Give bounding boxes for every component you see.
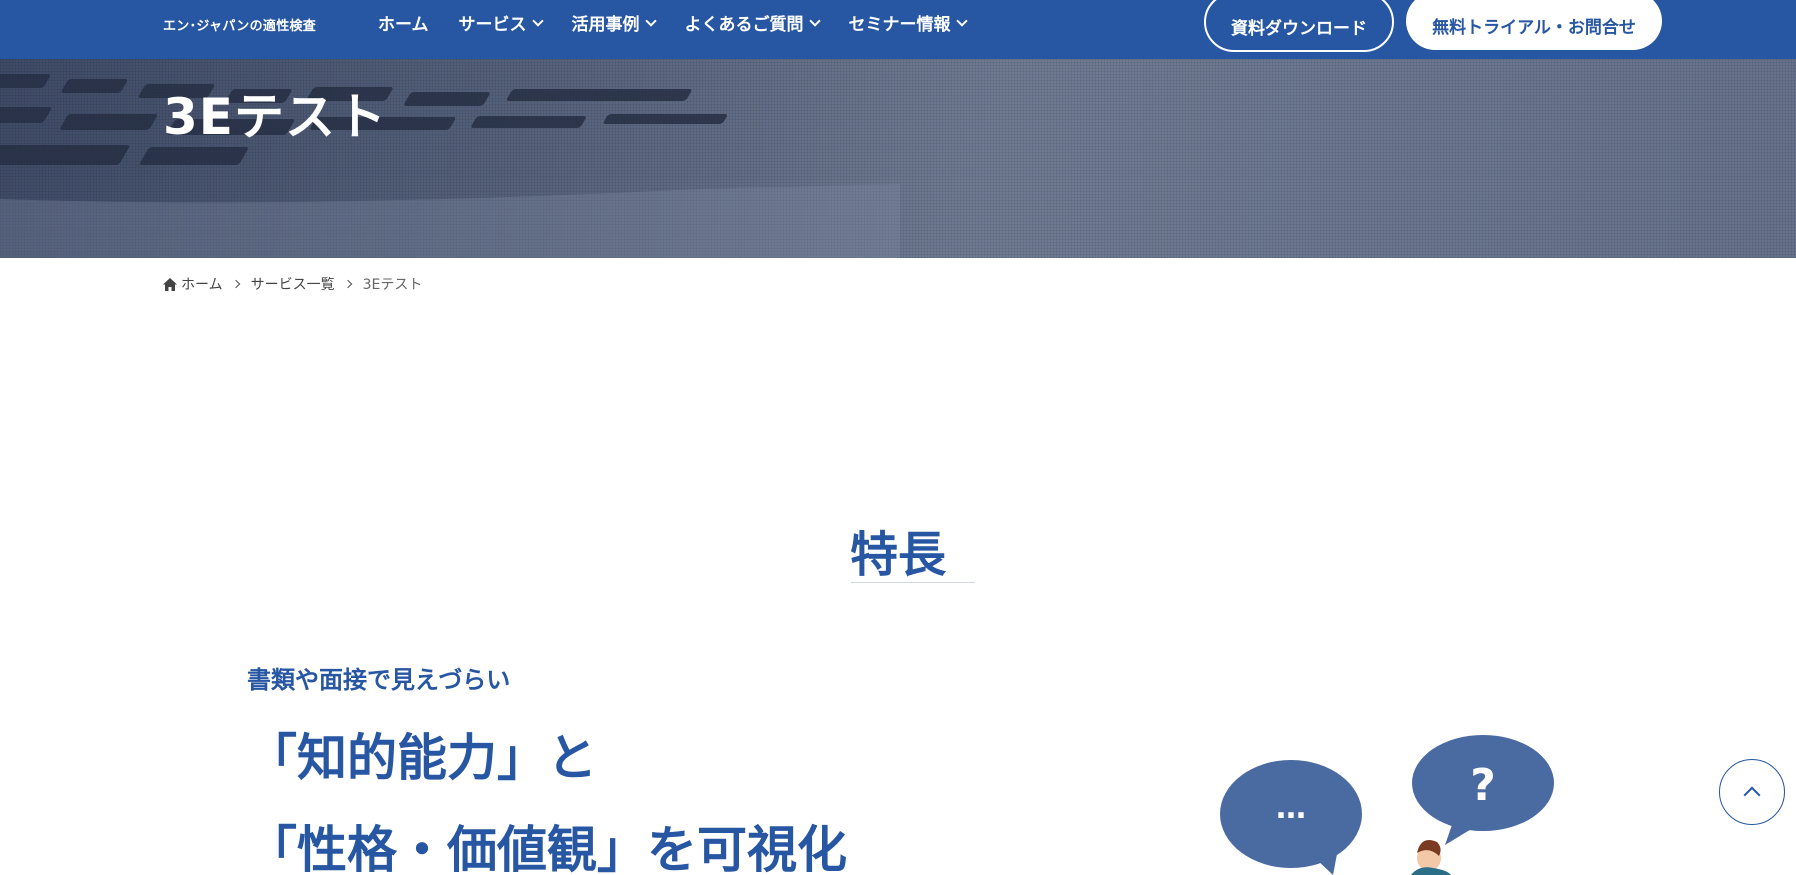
nav-item-case-studies[interactable]: 活用事例 bbox=[571, 10, 657, 35]
chevron-down-icon bbox=[808, 14, 821, 27]
main-nav: ホーム サービス 活用事例 よくあるご質問 セミナー情報 bbox=[378, 10, 996, 35]
person-figure bbox=[1411, 840, 1451, 875]
nav-item-label: セミナー情報 bbox=[848, 15, 951, 35]
page-title: 3Eテスト bbox=[163, 88, 387, 146]
nav-item-label: よくあるご質問 bbox=[684, 15, 804, 35]
chevron-up-icon bbox=[1743, 786, 1761, 804]
features-heading-line-1: 「知的能力」と bbox=[247, 729, 597, 787]
features-heading: 「知的能力」と 「性格・価値観」を可視化 bbox=[247, 712, 847, 875]
home-icon bbox=[163, 277, 177, 291]
nav-item-seminars[interactable]: セミナー情報 bbox=[848, 10, 968, 35]
nav-item-home[interactable]: ホーム bbox=[378, 10, 429, 35]
back-to-top-button[interactable] bbox=[1719, 759, 1785, 825]
breadcrumb-services-link[interactable]: サービス一覧 bbox=[251, 274, 335, 294]
bubble-question: ? bbox=[1470, 760, 1496, 811]
download-button[interactable]: 資料ダウンロード bbox=[1204, 0, 1394, 52]
speech-bubble-right: ? bbox=[1412, 735, 1554, 845]
nav-item-label: 活用事例 bbox=[571, 15, 640, 35]
bubble-dots: … bbox=[1276, 791, 1306, 826]
nav-item-label: サービス bbox=[458, 15, 527, 35]
nav-item-faq[interactable]: よくあるご質問 bbox=[684, 10, 821, 35]
chevron-down-icon bbox=[531, 14, 544, 27]
hero-banner: 3Eテスト bbox=[0, 59, 1796, 258]
nav-item-label: ホーム bbox=[378, 15, 429, 35]
nav-item-services[interactable]: サービス bbox=[458, 10, 544, 35]
breadcrumb-current: 3Eテスト bbox=[362, 277, 423, 293]
site-header: エン･ジャパンの適性検査 ホーム サービス 活用事例 よくあるご質問 セミナー情… bbox=[0, 0, 1796, 59]
trial-contact-button[interactable]: 無料トライアル・お問合せ bbox=[1406, 0, 1662, 50]
features-heading-line-2: 「性格・価値観」を可視化 bbox=[247, 821, 847, 875]
features-title: 特長 bbox=[849, 527, 946, 583]
keyboard-background-image bbox=[0, 74, 900, 258]
features-subheading: 書類や面接で見えづらい bbox=[247, 666, 511, 694]
speech-bubbles-illustration: … ? bbox=[1220, 735, 1554, 875]
speech-bubble-left: … bbox=[1220, 760, 1362, 875]
site-logo[interactable]: エン･ジャパンの適性検査 bbox=[163, 15, 316, 34]
chevron-down-icon bbox=[955, 14, 968, 27]
breadcrumb: ホーム サービス一覧 3Eテスト bbox=[163, 274, 422, 294]
chevron-down-icon bbox=[644, 14, 657, 27]
chevron-right-icon bbox=[343, 279, 352, 289]
title-divider bbox=[851, 582, 975, 583]
chevron-right-icon bbox=[231, 279, 240, 289]
breadcrumb-home-link[interactable]: ホーム bbox=[181, 274, 223, 294]
